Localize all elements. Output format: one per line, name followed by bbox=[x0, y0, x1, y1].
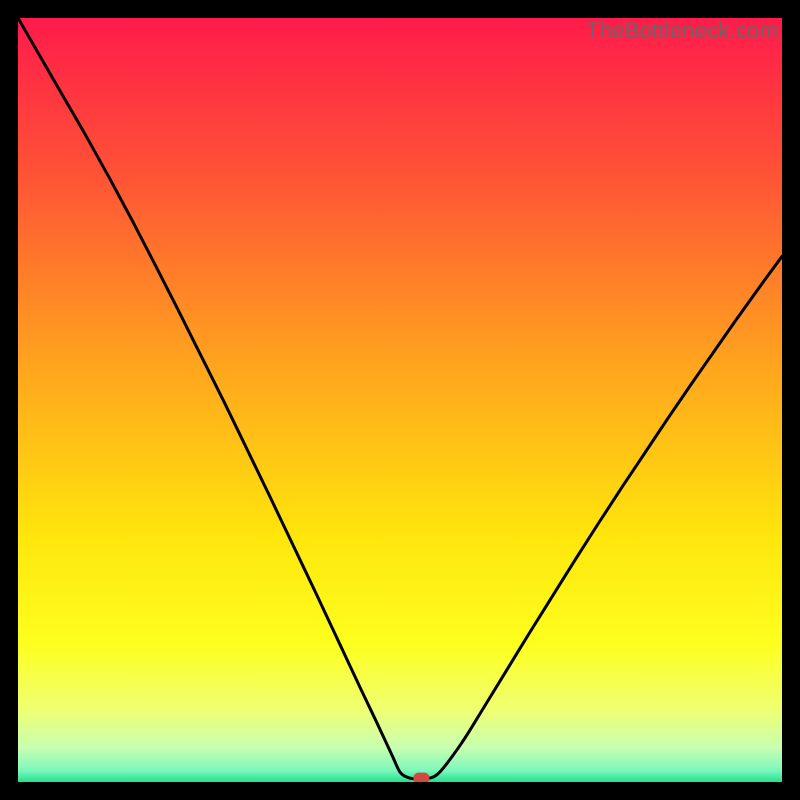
optimum-marker bbox=[413, 773, 429, 782]
chart-svg bbox=[18, 18, 782, 782]
gradient-background bbox=[18, 18, 782, 782]
watermark-text: TheBottleneck.com bbox=[586, 18, 778, 44]
chart-frame: TheBottleneck.com bbox=[18, 18, 782, 782]
